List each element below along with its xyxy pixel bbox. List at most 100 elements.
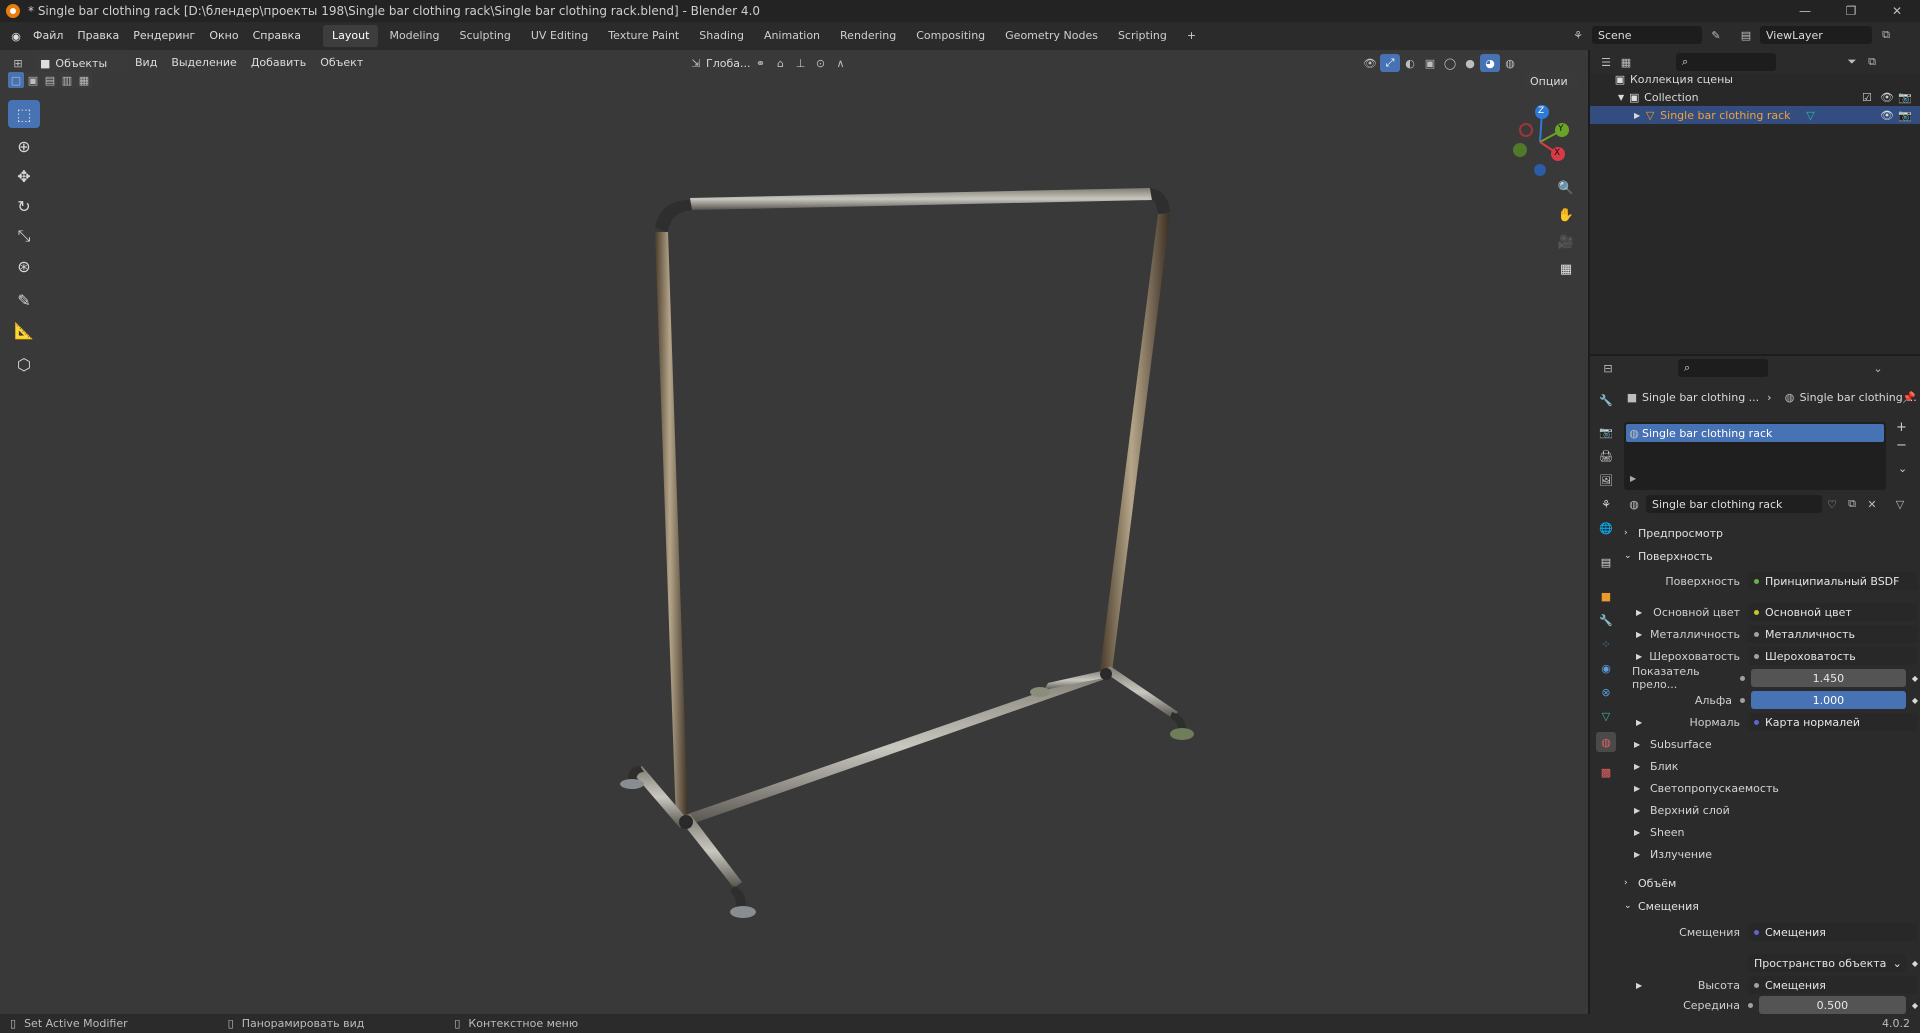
properties-search[interactable]: ⌕ xyxy=(1678,359,1768,377)
panel-displacement[interactable]: ⌄ Смещения xyxy=(1624,895,1918,917)
object-render-icon[interactable]: 📷 xyxy=(1898,109,1912,122)
select-new-icon[interactable]: ▢ xyxy=(8,72,24,88)
zoom-icon[interactable]: 🔍 xyxy=(1554,176,1578,200)
cursor-tool[interactable]: ⊕ xyxy=(8,132,40,160)
menu-window[interactable]: Окно xyxy=(202,22,245,50)
panel-volume[interactable]: › Объём xyxy=(1624,872,1918,894)
metallic-field[interactable]: Металличность xyxy=(1748,625,1918,643)
render-tab-icon[interactable]: 📷 xyxy=(1596,422,1616,442)
texture-tab-icon[interactable]: ▩ xyxy=(1596,762,1616,782)
base-color-expand-icon[interactable]: ▶ xyxy=(1636,608,1642,617)
subpanel-subsurface[interactable]: ▶ Subsurface xyxy=(1634,734,1712,754)
displacement-field[interactable]: Смещения xyxy=(1748,923,1918,941)
scene-collection-row[interactable]: ▣ Коллекция сцены xyxy=(1590,70,1920,88)
collection-tab-icon[interactable]: ▤ xyxy=(1596,552,1616,572)
maximize-button[interactable]: ❐ xyxy=(1828,0,1874,22)
object-tab-icon[interactable]: ■ xyxy=(1596,586,1616,606)
perspective-grid-icon[interactable]: ▦ xyxy=(1554,257,1578,281)
properties-options-icon[interactable]: ⌄ xyxy=(1868,359,1888,377)
subpanel-transmission[interactable]: ▶ Светопропускаемость xyxy=(1634,778,1779,798)
collection-visibility-icon[interactable]: 👁 xyxy=(1880,91,1894,104)
filter-icon[interactable]: ⏷ xyxy=(1842,53,1862,71)
material-shading-icon[interactable]: ◕ xyxy=(1480,54,1500,72)
options-dropdown[interactable]: Опции xyxy=(1524,72,1578,90)
tab-modeling[interactable]: Modeling xyxy=(380,25,448,47)
view-layer-tab-icon[interactable]: 🖼 xyxy=(1596,470,1616,490)
tab-layout[interactable]: Layout xyxy=(323,25,379,47)
base-color-field[interactable]: Основной цвет xyxy=(1748,603,1918,621)
subpanel-sheen[interactable]: ▶ Sheen xyxy=(1634,822,1684,842)
tab-geometry-nodes[interactable]: Geometry Nodes xyxy=(996,25,1107,47)
menu-view[interactable]: Вид xyxy=(128,49,164,77)
view-layer-add-icon[interactable]: ⧉ xyxy=(1876,26,1896,44)
pivot-icon[interactable]: ⚭ xyxy=(750,54,770,72)
midlevel-keyframe-icon[interactable]: ◆ xyxy=(1912,1001,1918,1010)
slot-specials-icon[interactable]: ⌄ xyxy=(1898,462,1907,475)
3d-viewport[interactable]: ⊞ ■ Объекты Вид Выделение Добавить Объек… xyxy=(0,50,1588,1014)
transform-orientation[interactable]: ⇲ Глоба... ⚭ ⌂ ⊥ ⊙ ∧ xyxy=(686,54,850,72)
alpha-slider[interactable]: 1.000 xyxy=(1751,691,1906,709)
move-tool[interactable]: ✥ xyxy=(8,162,40,190)
mode-selector[interactable]: ■ Объекты xyxy=(34,54,128,72)
visibility-icon[interactable]: 👁 xyxy=(1360,54,1380,72)
rendered-shading-icon[interactable]: ◍ xyxy=(1500,54,1520,72)
tab-rendering[interactable]: Rendering xyxy=(831,25,905,47)
tab-sculpting[interactable]: Sculpting xyxy=(451,25,520,47)
alpha-keyframe-icon[interactable]: ◆ xyxy=(1912,696,1918,705)
outliner-search[interactable]: ⌕ xyxy=(1676,53,1776,71)
collection-render-icon[interactable]: 📷 xyxy=(1898,91,1912,104)
midlevel-slider[interactable]: 0.500 xyxy=(1759,996,1906,1014)
rotate-tool[interactable]: ↻ xyxy=(8,192,40,220)
snap-icon[interactable]: ⌂ xyxy=(770,54,790,72)
wireframe-shading-icon[interactable]: ◯ xyxy=(1440,54,1460,72)
menu-help[interactable]: Справка xyxy=(246,22,308,50)
metallic-expand-icon[interactable]: ▶ xyxy=(1636,630,1642,639)
proportional-edit-icon[interactable]: ⊙ xyxy=(810,54,830,72)
modifier-tab-icon[interactable]: 🔧 xyxy=(1596,610,1616,630)
menu-select[interactable]: Выделение xyxy=(164,49,244,77)
material-name-field[interactable]: Single bar clothing rack xyxy=(1646,495,1822,513)
normal-expand-icon[interactable]: ▶ xyxy=(1636,718,1642,727)
ior-keyframe-icon[interactable]: ◆ xyxy=(1912,674,1918,683)
tab-compositing[interactable]: Compositing xyxy=(907,25,994,47)
select-invert-icon[interactable]: ▥ xyxy=(59,72,75,88)
space-keyframe-icon[interactable]: ◆ xyxy=(1912,959,1918,968)
new-collection-icon[interactable]: ⧉ xyxy=(1862,53,1882,71)
subpanel-emission[interactable]: ▶ Излучение xyxy=(1634,844,1712,864)
remove-slot-button[interactable]: − xyxy=(1896,438,1907,453)
properties-editor-icon[interactable]: ⊟ xyxy=(1598,359,1618,377)
select-box-tool[interactable]: ⬚ xyxy=(8,100,40,128)
gizmo-toggle-icon[interactable]: ⤢ xyxy=(1380,54,1400,72)
add-slot-button[interactable]: + xyxy=(1896,420,1907,435)
fake-user-icon[interactable]: ♡ xyxy=(1822,495,1842,513)
panel-preview[interactable]: › Предпросмотр xyxy=(1624,522,1918,544)
editor-type-icon[interactable]: ⊞ xyxy=(8,54,28,72)
height-expand-icon[interactable]: ▶ xyxy=(1636,981,1642,990)
tab-scripting[interactable]: Scripting xyxy=(1109,25,1176,47)
camera-view-icon[interactable]: 🎥 xyxy=(1554,230,1578,254)
navigation-gizmo[interactable]: Z Y X xyxy=(1500,100,1580,180)
scene-pin-icon[interactable]: ✎ xyxy=(1706,26,1726,44)
annotate-tool[interactable]: ✎ xyxy=(8,286,40,314)
material-slot-item[interactable]: ◍ Single bar clothing rack xyxy=(1626,424,1884,442)
slot-list-expand-icon[interactable]: ▶ xyxy=(1630,474,1636,483)
menu-render[interactable]: Рендеринг xyxy=(126,22,202,50)
ior-slider[interactable]: 1.450 xyxy=(1751,669,1906,687)
surface-shader-field[interactable]: Принципиальный BSDF xyxy=(1748,572,1918,590)
add-workspace-button[interactable]: + xyxy=(1178,25,1205,47)
material-filter-icon[interactable]: ▽ xyxy=(1890,495,1910,513)
constraints-tab-icon[interactable]: ⊗ xyxy=(1596,682,1616,702)
menu-object[interactable]: Объект xyxy=(313,49,370,77)
select-subtract-icon[interactable]: ▤ xyxy=(42,72,58,88)
scale-tool[interactable]: ⤡ xyxy=(8,222,40,250)
blender-menu-icon[interactable]: ◉ xyxy=(6,27,26,45)
tab-uv-editing[interactable]: UV Editing xyxy=(522,25,597,47)
height-field[interactable]: Смещения xyxy=(1748,976,1918,994)
tab-animation[interactable]: Animation xyxy=(755,25,829,47)
display-mode-icon[interactable]: ▦ xyxy=(1616,53,1636,71)
subpanel-coat[interactable]: ▶ Верхний слой xyxy=(1634,800,1730,820)
roughness-field[interactable]: Шероховатость xyxy=(1748,647,1918,665)
material-browse-icon[interactable]: ◍ xyxy=(1624,495,1644,513)
add-cube-tool[interactable]: ⬡ xyxy=(8,350,40,378)
panel-surface[interactable]: ⌄ Поверхность xyxy=(1624,545,1918,567)
